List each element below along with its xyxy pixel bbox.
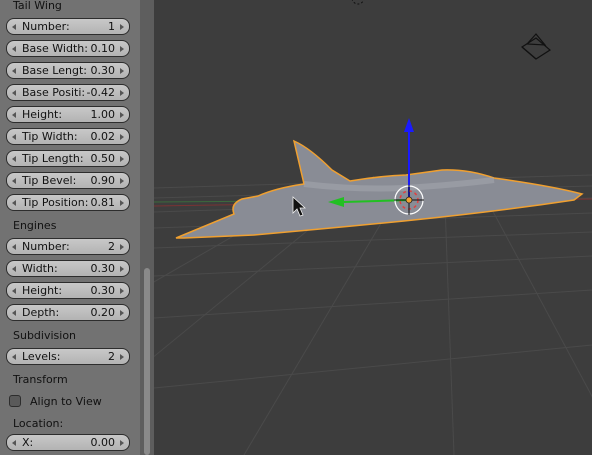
align-to-view-checkbox[interactable] bbox=[9, 395, 21, 407]
tip-bevel-field[interactable]: Tip Bevel: 0.90 bbox=[6, 172, 130, 189]
decrement-arrow-icon[interactable] bbox=[12, 24, 16, 30]
location-x-field[interactable]: X: 0.00 bbox=[6, 434, 130, 451]
engines-depth-field[interactable]: Depth: 0.20 bbox=[6, 304, 130, 321]
z-axis-arrow-icon[interactable] bbox=[404, 118, 414, 132]
increment-arrow-icon[interactable] bbox=[120, 354, 124, 360]
transform-manipulator[interactable] bbox=[328, 118, 424, 215]
section-transform: Transform bbox=[13, 373, 68, 386]
decrement-arrow-icon[interactable] bbox=[12, 266, 16, 272]
engines-number-field[interactable]: Number: 2 bbox=[6, 238, 130, 255]
decrement-arrow-icon[interactable] bbox=[12, 200, 16, 206]
increment-arrow-icon[interactable] bbox=[120, 244, 124, 250]
increment-arrow-icon[interactable] bbox=[120, 134, 124, 140]
decrement-arrow-icon[interactable] bbox=[12, 134, 16, 140]
decrement-arrow-icon[interactable] bbox=[12, 354, 16, 360]
increment-arrow-icon[interactable] bbox=[120, 310, 124, 316]
increment-arrow-icon[interactable] bbox=[120, 24, 124, 30]
3d-viewport[interactable] bbox=[154, 0, 592, 455]
decrement-arrow-icon[interactable] bbox=[12, 46, 16, 52]
base-width-field[interactable]: Base Width: 0.10 bbox=[6, 40, 130, 57]
section-location: Location: bbox=[13, 417, 64, 430]
scrollbar-thumb[interactable] bbox=[144, 268, 150, 455]
panel-scrollbar[interactable] bbox=[140, 0, 154, 455]
decrement-arrow-icon[interactable] bbox=[12, 178, 16, 184]
subdivision-levels-field[interactable]: Levels: 2 bbox=[6, 348, 130, 365]
tail-wing-number-field[interactable]: Number: 1 bbox=[6, 18, 130, 35]
section-engines: Engines bbox=[13, 219, 57, 232]
camera-icon[interactable] bbox=[520, 33, 552, 60]
tip-length-field[interactable]: Tip Length: 0.50 bbox=[6, 150, 130, 167]
tip-position-field[interactable]: Tip Position: 0.81 bbox=[6, 194, 130, 211]
decrement-arrow-icon[interactable] bbox=[12, 288, 16, 294]
increment-arrow-icon[interactable] bbox=[120, 46, 124, 52]
section-tail-wing: Tail Wing bbox=[13, 0, 62, 12]
height-field[interactable]: Height: 1.00 bbox=[6, 106, 130, 123]
properties-panel: Tail Wing Number: 1 Base Width: 0.10 Bas… bbox=[0, 0, 140, 455]
tip-width-field[interactable]: Tip Width: 0.02 bbox=[6, 128, 130, 145]
world-origin-marker bbox=[351, 0, 365, 5]
increment-arrow-icon[interactable] bbox=[120, 156, 124, 162]
base-length-field[interactable]: Base Lengt: 0.30 bbox=[6, 62, 130, 79]
align-to-view-label: Align to View bbox=[30, 395, 102, 408]
decrement-arrow-icon[interactable] bbox=[12, 90, 16, 96]
object-origin-dot bbox=[405, 196, 413, 204]
base-position-field[interactable]: Base Positi: -0.42 bbox=[6, 84, 130, 101]
decrement-arrow-icon[interactable] bbox=[12, 310, 16, 316]
decrement-arrow-icon[interactable] bbox=[12, 112, 16, 118]
increment-arrow-icon[interactable] bbox=[120, 178, 124, 184]
airplane-mesh[interactable] bbox=[175, 139, 584, 239]
engines-width-field[interactable]: Width: 0.30 bbox=[6, 260, 130, 277]
increment-arrow-icon[interactable] bbox=[120, 68, 124, 74]
decrement-arrow-icon[interactable] bbox=[12, 156, 16, 162]
viewport-canvas[interactable] bbox=[154, 0, 592, 455]
increment-arrow-icon[interactable] bbox=[120, 200, 124, 206]
increment-arrow-icon[interactable] bbox=[120, 112, 124, 118]
section-subdivision: Subdivision bbox=[13, 329, 77, 342]
increment-arrow-icon[interactable] bbox=[120, 288, 124, 294]
increment-arrow-icon[interactable] bbox=[120, 90, 124, 96]
decrement-arrow-icon[interactable] bbox=[12, 68, 16, 74]
decrement-arrow-icon[interactable] bbox=[12, 244, 16, 250]
decrement-arrow-icon[interactable] bbox=[12, 440, 16, 446]
increment-arrow-icon[interactable] bbox=[120, 440, 124, 446]
engines-height-field[interactable]: Height: 0.30 bbox=[6, 282, 130, 299]
increment-arrow-icon[interactable] bbox=[120, 266, 124, 272]
